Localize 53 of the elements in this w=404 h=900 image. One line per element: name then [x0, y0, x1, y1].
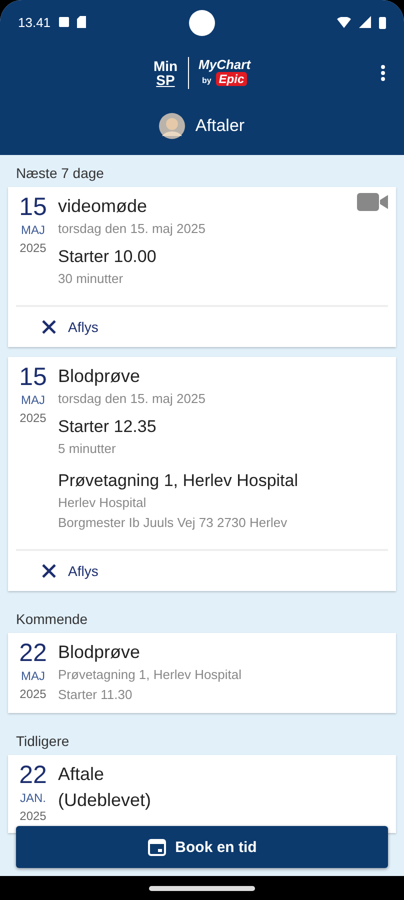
battery-icon [379, 16, 386, 28]
location-name: Prøvetagning 1, Herlev Hospital [58, 470, 300, 492]
close-icon [42, 564, 56, 578]
status-time: 13.41 [18, 14, 51, 30]
appointment-day: 22 [19, 639, 47, 667]
duration: 5 minutter [58, 440, 117, 458]
cancel-button[interactable]: Aflys [38, 561, 102, 581]
appointment-status: (Udeblevet) [58, 789, 152, 812]
notification-icon [58, 17, 69, 27]
appointment-detail: Starter 11.30 [58, 686, 134, 704]
appointment-month: MAJ [21, 392, 45, 409]
appointment-date: torsdag den 15. maj 2025 [58, 390, 206, 408]
menu-icon[interactable] [380, 64, 386, 82]
mychart-logo: MyChart by Epic [198, 58, 251, 88]
calendar-icon [147, 837, 168, 857]
appointment-title: Aftale [58, 763, 104, 786]
location-address: Borgmester Ib Juuls Vej 73 2730 Herlev [58, 514, 288, 532]
wifi-icon [337, 16, 351, 28]
appointment-month: MAJ [21, 222, 45, 239]
appointment-year: 2025 [20, 410, 46, 427]
appointment-year: 2025 [20, 808, 46, 825]
duration: 30 minutter [58, 270, 124, 288]
appointment-day: 15 [19, 193, 47, 221]
signal-icon [359, 16, 371, 28]
app-logo: Min SP [153, 59, 178, 87]
section-heading: Tidligere [15, 732, 70, 751]
front-camera [189, 10, 215, 36]
sim-card-icon [76, 16, 86, 28]
appointment-month: MAJ [21, 668, 45, 685]
appointment-day: 15 [19, 363, 47, 391]
appointment-card[interactable]: 22 JAN. 2025 Aftale (Udeblevet) [8, 755, 396, 833]
appointment-year: 2025 [20, 240, 46, 257]
appointment-title: Blodprøve [58, 641, 140, 664]
book-appointment-button[interactable]: Book en tid [16, 826, 388, 868]
appointment-day: 22 [19, 761, 47, 789]
start-time: Starter 12.35 [58, 416, 158, 438]
cancel-button[interactable]: Aflys [38, 317, 102, 337]
close-icon [42, 320, 56, 334]
page-title: Aftaler [195, 116, 245, 136]
avatar-icon [159, 112, 186, 138]
appointment-year: 2025 [20, 686, 46, 703]
appointment-card[interactable]: 22 MAJ 2025 Blodprøve Prøvetagning 1, Herlev Hospital Starter 11.30 [8, 633, 396, 713]
section-heading: Næste 7 dage [15, 164, 105, 183]
appointment-month: JAN. [20, 790, 46, 807]
appointment-date: torsdag den 15. maj 2025 [58, 220, 206, 238]
appointment-title: Blodprøve [58, 365, 140, 388]
appointment-card[interactable]: 15 MAJ 2025 Blodprøve torsdag den 15. maj 2025 Starter 12.35 5 minutter Prøvetagning 1, Herlev Hospital Herlev Hospital Borgmester Ib Juuls Vej 73 2730 Herlev Aflys [8, 357, 396, 591]
location-address: Herlev Hospital [58, 494, 148, 512]
appointment-title: videomøde [58, 195, 148, 218]
appointment-detail: Prøvetagning 1, Herlev Hospital [58, 666, 243, 684]
appointment-card[interactable]: 15 MAJ 2025 videomøde torsdag den 15. maj 2025 Starter 10.00 30 minutter Aflys [8, 187, 396, 347]
section-heading: Kommende [15, 610, 89, 629]
start-time: Starter 10.00 [58, 246, 158, 268]
